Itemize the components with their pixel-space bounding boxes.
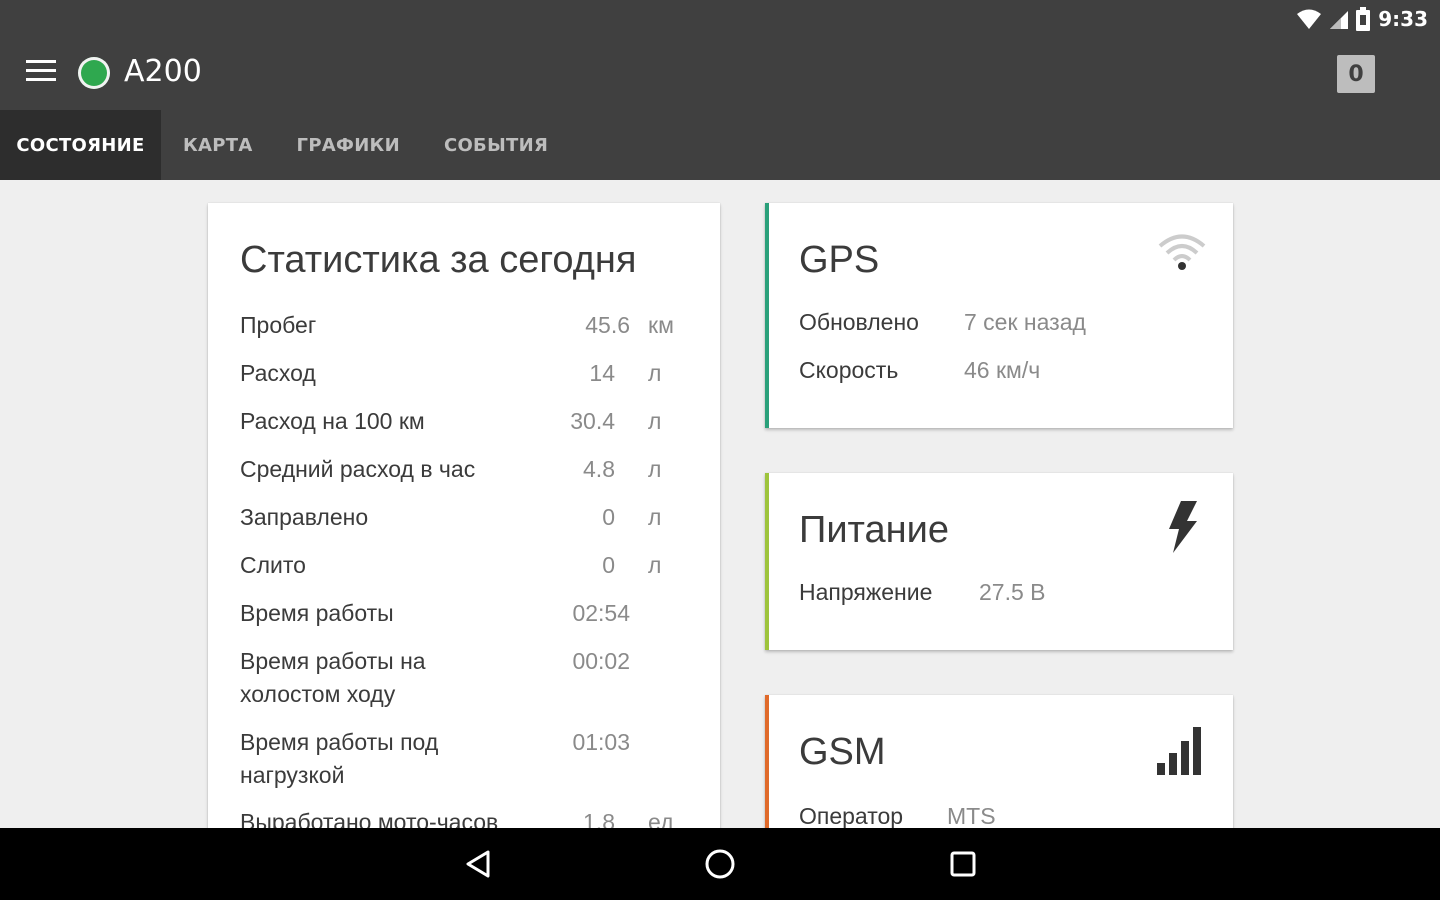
stat-value: 1.8: [583, 809, 615, 828]
stat-unit: л: [648, 456, 662, 482]
power-card[interactable]: Питание Напряжение 27.5 В: [765, 473, 1233, 650]
stat-value: 30.4: [570, 408, 615, 434]
stat-value: 14: [589, 360, 615, 386]
stat-unit: км: [648, 312, 674, 338]
hamburger-menu-icon[interactable]: [26, 60, 56, 88]
system-nav-bar: [0, 828, 1440, 900]
notification-counter-button[interactable]: 0: [1337, 55, 1375, 93]
stat-label: Расход: [240, 360, 316, 386]
stats-today-card: Статистика за сегодня Пробег 45.6 км Рас…: [208, 203, 720, 828]
stat-unit: л: [648, 408, 662, 434]
stat-unit: л: [648, 360, 662, 386]
stat-unit: ед: [648, 809, 674, 828]
status-bar: 9:33: [0, 0, 1440, 38]
operator-label: Оператор: [799, 803, 904, 828]
back-icon[interactable]: [458, 844, 498, 884]
cell-signal-icon: [1330, 11, 1349, 29]
stat-value: 0: [602, 504, 615, 530]
gps-updated-value: 7 сек назад: [964, 309, 1086, 335]
stat-value: 00:02: [572, 648, 630, 674]
stat-label: Выработано мото-часов: [240, 809, 499, 828]
signal-bars-icon: [1157, 727, 1201, 775]
stat-unit: л: [648, 552, 662, 578]
vehicle-title: A200: [124, 54, 202, 89]
home-icon[interactable]: [700, 844, 740, 884]
gps-updated-label: Обновлено: [799, 309, 919, 335]
voltage-label: Напряжение: [799, 579, 933, 605]
lightning-bolt-icon: [1169, 501, 1197, 553]
operator-value: MTS: [947, 803, 996, 828]
app-bar: A200 0: [0, 38, 1440, 110]
stat-label: Время работы под нагрузкой: [240, 729, 439, 788]
stat-value: 02:54: [572, 600, 630, 626]
battery-icon: [1356, 7, 1371, 31]
stat-value: 4.8: [583, 456, 615, 482]
power-card-title: Питание: [799, 509, 949, 551]
status-icons: [1296, 7, 1371, 31]
recents-icon[interactable]: [943, 844, 983, 884]
stat-label: Расход на 100 км: [240, 408, 425, 434]
stat-value: 45.6: [585, 312, 630, 338]
tab-events[interactable]: СОБЫТИЯ: [422, 110, 570, 180]
stat-label: Время работы: [240, 600, 394, 626]
main-content[interactable]: Статистика за сегодня Пробег 45.6 км Рас…: [0, 180, 1440, 828]
stat-value: 01:03: [572, 729, 630, 755]
gps-speed-value: 46 км/ч: [964, 357, 1041, 383]
clock: 9:33: [1378, 7, 1428, 31]
voltage-value: 27.5 В: [979, 579, 1046, 605]
online-status-indicator: [78, 57, 110, 89]
gsm-card-title: GSM: [799, 731, 886, 773]
gps-speed-label: Скорость: [799, 357, 899, 383]
tab-bar: СОСТОЯНИЕ КАРТА ГРАФИКИ СОБЫТИЯ: [0, 110, 1440, 180]
gps-card[interactable]: GPS Обновлено 7 сек назад Скорость 46 км…: [765, 203, 1233, 428]
stat-label: Время работы на холостом ходу: [240, 648, 426, 707]
stats-card-title: Статистика за сегодня: [240, 239, 637, 281]
stat-value: 0: [602, 552, 615, 578]
stat-label: Заправлено: [240, 504, 369, 530]
stat-label: Средний расход в час: [240, 456, 476, 482]
tab-charts[interactable]: ГРАФИКИ: [275, 110, 422, 180]
stat-label: Пробег: [240, 312, 317, 338]
gps-signal-icon: [1158, 234, 1206, 270]
tab-map[interactable]: КАРТА: [161, 110, 275, 180]
stat-label: Слито: [240, 552, 306, 578]
wifi-icon: [1297, 9, 1322, 29]
gps-card-title: GPS: [799, 239, 880, 281]
gsm-card[interactable]: GSM Оператор MTS: [765, 695, 1233, 828]
stat-unit: л: [648, 504, 662, 530]
tab-state[interactable]: СОСТОЯНИЕ: [0, 110, 161, 180]
